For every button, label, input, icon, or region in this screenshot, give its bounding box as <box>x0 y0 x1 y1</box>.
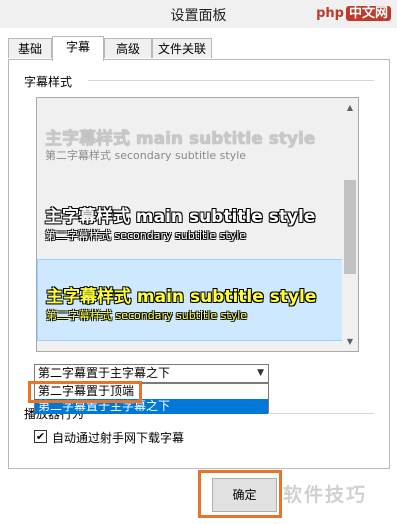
scroll-down-icon[interactable]: ▼ <box>342 334 358 350</box>
watermark-php-text: php <box>316 6 344 21</box>
subtitle-style-divider <box>88 80 374 81</box>
watermark-php-badge: 中文网 <box>345 6 391 21</box>
style-item-gray[interactable]: 主字幕样式 main subtitle style 第二字幕样式 seconda… <box>37 98 343 178</box>
style-sub-text: 第二字幕样式 secondary subtitle style <box>45 149 247 162</box>
style-main-text: 主字幕样式 main subtitle style <box>46 287 317 307</box>
style-list-scrollbar[interactable]: ▲ ▼ <box>342 98 358 351</box>
style-sub-text: 第二字幕样式 secondary subtitle style <box>46 309 248 322</box>
subtitle-style-list[interactable]: 主字幕样式 main subtitle style 第二字幕样式 seconda… <box>36 97 359 352</box>
scroll-up-icon[interactable]: ▲ <box>342 100 358 116</box>
style-main-text: 主字幕样式 main subtitle style <box>45 129 316 149</box>
watermark-text: 软件技巧 <box>283 484 368 506</box>
style-item-yellow[interactable]: 主字幕样式 main subtitle style 第二字幕样式 seconda… <box>37 259 343 341</box>
scroll-thumb[interactable] <box>344 180 356 274</box>
auto-download-checkbox[interactable]: ✔ <box>34 430 47 443</box>
tab-subtitle[interactable]: 字幕 <box>52 36 104 61</box>
tab-file-association[interactable]: 文件关联 <box>152 38 212 58</box>
tab-advanced[interactable]: 高级 <box>104 38 152 58</box>
title-bar: 设置面板 php 中文网 <box>0 0 397 28</box>
highlight-box-option <box>28 381 142 403</box>
highlight-box-ok <box>198 470 282 518</box>
subtitle-style-label: 字幕样式 <box>22 73 75 90</box>
auto-download-label: 自动通过射手网下载字幕 <box>52 431 185 445</box>
tab-basic[interactable]: 基础 <box>8 38 52 58</box>
style-sub-text: 第二字幕样式 secondary subtitle style <box>45 229 247 242</box>
style-main-text: 主字幕样式 main subtitle style <box>45 207 316 227</box>
select-value: 第二字幕置于主字幕之下 <box>38 366 171 380</box>
style-item-white[interactable]: 主字幕样式 main subtitle style 第二字幕样式 seconda… <box>37 178 343 258</box>
watermark-logo: php 中文网 <box>316 2 391 21</box>
chevron-down-icon[interactable]: ▼ <box>257 365 264 382</box>
